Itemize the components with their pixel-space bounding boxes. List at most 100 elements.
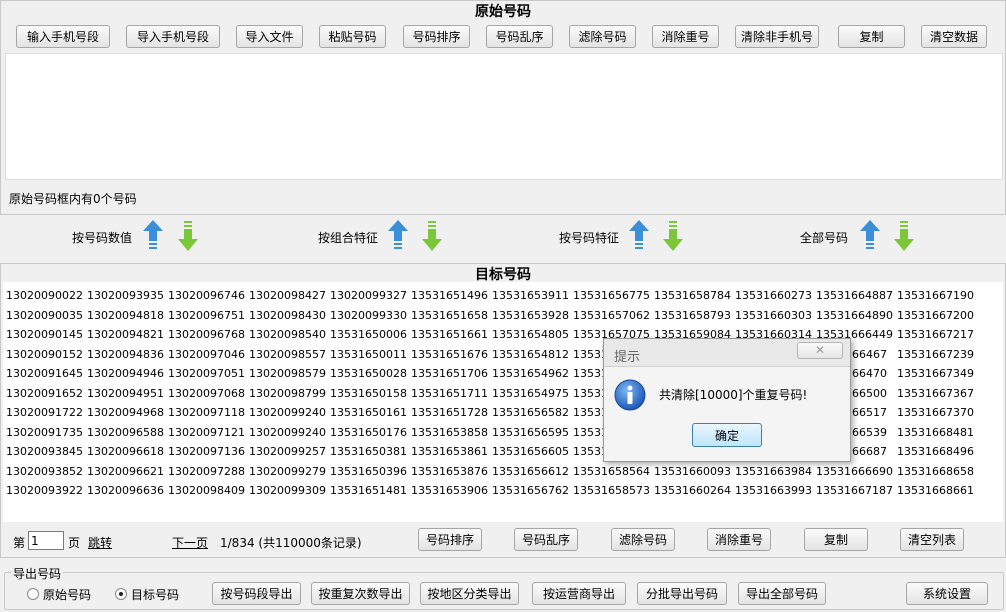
number-cell[interactable]: 13531667349 bbox=[897, 364, 974, 384]
number-cell[interactable]: 13531656775 bbox=[573, 286, 650, 306]
copy-button[interactable]: 复制 bbox=[838, 25, 905, 48]
close-icon[interactable]: ✕ bbox=[797, 342, 843, 359]
number-cell[interactable]: 13531653861 bbox=[411, 442, 488, 462]
number-cell[interactable]: 13531658793 bbox=[654, 306, 731, 326]
number-cell[interactable]: 13531653858 bbox=[411, 423, 488, 443]
number-cell[interactable]: 13020099330 bbox=[330, 306, 407, 326]
target-clear-list-button[interactable]: 清空列表 bbox=[900, 528, 964, 551]
number-cell[interactable]: 13531663984 bbox=[735, 462, 812, 482]
number-cell[interactable]: 13020097118 bbox=[168, 403, 245, 423]
number-cell[interactable]: 13020098579 bbox=[249, 364, 326, 384]
number-cell[interactable]: 13531667370 bbox=[897, 403, 974, 423]
target-copy-button[interactable]: 复制 bbox=[804, 528, 868, 551]
number-cell[interactable]: 13531650176 bbox=[330, 423, 407, 443]
number-cell[interactable]: 13020090035 bbox=[6, 306, 83, 326]
remove-non-mobile-button[interactable]: 清除非手机号 bbox=[735, 25, 819, 48]
number-cell[interactable]: 13020096751 bbox=[168, 306, 245, 326]
number-cell[interactable]: 13531650161 bbox=[330, 403, 407, 423]
number-cell[interactable]: 13531651481 bbox=[330, 481, 407, 501]
number-cell[interactable]: 13531651728 bbox=[411, 403, 488, 423]
number-cell[interactable]: 13020097288 bbox=[168, 462, 245, 482]
number-cell[interactable]: 13020099309 bbox=[249, 481, 326, 501]
number-cell[interactable]: 13531656612 bbox=[492, 462, 569, 482]
sort-combo-asc-icon[interactable] bbox=[387, 219, 409, 253]
export-by-segment-button[interactable]: 按号码段导出 bbox=[212, 582, 301, 605]
target-shuffle-button[interactable]: 号码乱序 bbox=[514, 528, 578, 551]
number-cell[interactable]: 13531650028 bbox=[330, 364, 407, 384]
number-cell[interactable]: 13020098409 bbox=[168, 481, 245, 501]
number-cell[interactable]: 13020099240 bbox=[249, 423, 326, 443]
number-cell[interactable]: 13020093935 bbox=[87, 286, 164, 306]
number-cell[interactable]: 13020090145 bbox=[6, 325, 83, 345]
number-cell[interactable]: 13020096636 bbox=[87, 481, 164, 501]
number-cell[interactable]: 13531668658 bbox=[897, 462, 974, 482]
number-cell[interactable]: 13020097046 bbox=[168, 345, 245, 365]
number-cell[interactable]: 13531650396 bbox=[330, 462, 407, 482]
number-cell[interactable]: 13020096618 bbox=[87, 442, 164, 462]
import-segment-button[interactable]: 导入手机号段 bbox=[126, 25, 220, 48]
number-cell[interactable]: 13531653876 bbox=[411, 462, 488, 482]
number-cell[interactable]: 13531654975 bbox=[492, 384, 569, 404]
sort-combo-desc-icon[interactable] bbox=[421, 219, 443, 253]
number-cell[interactable]: 13531667190 bbox=[897, 286, 974, 306]
number-cell[interactable]: 13531656582 bbox=[492, 403, 569, 423]
radio-target[interactable] bbox=[115, 588, 127, 600]
target-sort-button[interactable]: 号码排序 bbox=[418, 528, 482, 551]
export-by-carrier-button[interactable]: 按运营商导出 bbox=[532, 582, 626, 605]
clear-data-button[interactable]: 清空数据 bbox=[921, 25, 987, 48]
number-cell[interactable]: 13531667200 bbox=[897, 306, 974, 326]
number-cell[interactable]: 13020091652 bbox=[6, 384, 83, 404]
number-cell[interactable]: 13531650158 bbox=[330, 384, 407, 404]
sort-all-asc-icon[interactable] bbox=[859, 219, 881, 253]
number-cell[interactable]: 13531654962 bbox=[492, 364, 569, 384]
shuffle-button[interactable]: 号码乱序 bbox=[486, 25, 553, 48]
dedupe-button[interactable]: 消除重号 bbox=[652, 25, 719, 48]
number-cell[interactable]: 13020099257 bbox=[249, 442, 326, 462]
number-cell[interactable]: 13531664887 bbox=[816, 286, 893, 306]
number-cell[interactable]: 13531658564 bbox=[573, 462, 650, 482]
input-segment-button[interactable]: 输入手机号段 bbox=[16, 25, 110, 48]
number-cell[interactable]: 13531654805 bbox=[492, 325, 569, 345]
number-cell[interactable]: 13531653928 bbox=[492, 306, 569, 326]
number-cell[interactable]: 13020098557 bbox=[249, 345, 326, 365]
number-cell[interactable]: 13531658784 bbox=[654, 286, 731, 306]
paste-button[interactable]: 粘贴号码 bbox=[319, 25, 386, 48]
page-number-input[interactable] bbox=[28, 531, 64, 550]
number-cell[interactable]: 13531656762 bbox=[492, 481, 569, 501]
number-cell[interactable]: 13020093852 bbox=[6, 462, 83, 482]
number-cell[interactable]: 13020094821 bbox=[87, 325, 164, 345]
number-cell[interactable]: 13531660264 bbox=[654, 481, 731, 501]
number-cell[interactable]: 13020094968 bbox=[87, 403, 164, 423]
number-cell[interactable]: 13531668496 bbox=[897, 442, 974, 462]
number-cell[interactable]: 13531660273 bbox=[735, 286, 812, 306]
number-cell[interactable]: 13531667217 bbox=[897, 325, 974, 345]
number-cell[interactable]: 13531656605 bbox=[492, 442, 569, 462]
next-page-link[interactable]: 下一页 bbox=[172, 534, 208, 551]
number-cell[interactable]: 13020093922 bbox=[6, 481, 83, 501]
number-cell[interactable]: 13531663993 bbox=[735, 481, 812, 501]
number-cell[interactable]: 13020096588 bbox=[87, 423, 164, 443]
number-cell[interactable]: 13020090152 bbox=[6, 345, 83, 365]
number-cell[interactable]: 13020091645 bbox=[6, 364, 83, 384]
export-all-button[interactable]: 导出全部号码 bbox=[738, 582, 826, 605]
number-cell[interactable]: 13531650381 bbox=[330, 442, 407, 462]
number-cell[interactable]: 13020096768 bbox=[168, 325, 245, 345]
number-cell[interactable]: 13531654812 bbox=[492, 345, 569, 365]
number-cell[interactable]: 13531660303 bbox=[735, 306, 812, 326]
number-cell[interactable]: 13531650011 bbox=[330, 345, 407, 365]
number-cell[interactable]: 13531667239 bbox=[897, 345, 974, 365]
filter-button[interactable]: 滤除号码 bbox=[569, 25, 636, 48]
number-cell[interactable]: 13531653911 bbox=[492, 286, 569, 306]
number-cell[interactable]: 13020096621 bbox=[87, 462, 164, 482]
number-cell[interactable]: 13531651676 bbox=[411, 345, 488, 365]
number-cell[interactable]: 13020098427 bbox=[249, 286, 326, 306]
target-filter-button[interactable]: 滤除号码 bbox=[611, 528, 675, 551]
sort-all-desc-icon[interactable] bbox=[893, 219, 915, 253]
sort-button[interactable]: 号码排序 bbox=[403, 25, 470, 48]
export-by-region-button[interactable]: 按地区分类导出 bbox=[420, 582, 519, 605]
import-file-button[interactable]: 导入文件 bbox=[236, 25, 303, 48]
sort-value-desc-icon[interactable] bbox=[177, 219, 199, 253]
number-cell[interactable]: 13531656595 bbox=[492, 423, 569, 443]
number-cell[interactable]: 13020090022 bbox=[6, 286, 83, 306]
number-cell[interactable]: 13020098430 bbox=[249, 306, 326, 326]
